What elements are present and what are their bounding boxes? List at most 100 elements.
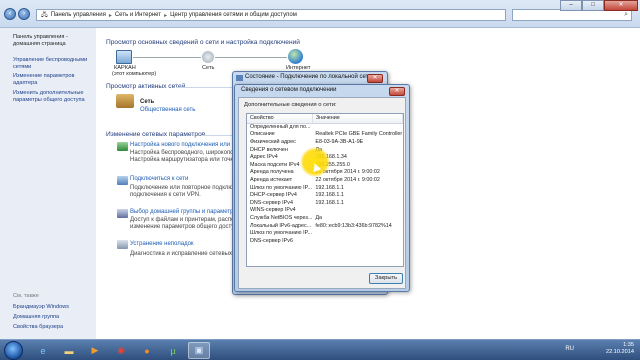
taskbar: e ▬ ▶ ◉ ● µ ▣ RU 1:35 22.10.2014 — [0, 339, 640, 360]
details-row-property: Описание — [250, 131, 275, 138]
see-also-heading: См. также — [13, 293, 39, 299]
map-link-line — [215, 57, 287, 58]
folder-icon[interactable]: ▬ — [58, 342, 80, 359]
nav-link-firewall[interactable]: Брандмауэр Windows — [13, 304, 93, 311]
details-row[interactable]: DNS-сервер IPv4 192.168.1.1 — [247, 199, 403, 207]
address-bar[interactable]: 🖧 Панель управления ▸ Сеть и Интернет ▸ … — [36, 9, 506, 21]
breadcrumb-item[interactable]: Панель управления — [51, 12, 106, 18]
nav-link-home-line2[interactable]: домашняя страница — [13, 41, 93, 48]
close-button[interactable]: ✕ — [604, 0, 638, 11]
details-row-property: DHCP-сервер IPv4 — [250, 192, 297, 199]
details-row-value — [312, 207, 402, 215]
nav-link-homegroup[interactable]: Домашняя группа — [13, 314, 93, 321]
details-dialog-close-icon[interactable]: ✕ — [389, 87, 405, 96]
details-row[interactable]: Шлюз по умолчанию IP... — [247, 229, 403, 237]
task-link-troubleshoot[interactable]: Устранение неполадок — [130, 241, 194, 247]
language-indicator[interactable]: RU — [565, 346, 574, 352]
details-dialog: Сведения о сетевом подключении ✕ Дополни… — [234, 84, 410, 292]
details-row-value: Realtek PCIe GBE Family Controller — [315, 131, 403, 138]
details-row[interactable]: Служба NetBIOS через... Да — [247, 214, 403, 222]
nav-link-sharing-line2[interactable]: параметры общего доступа — [13, 97, 93, 104]
task-desc: Диагностика и исправление сетевых пр — [130, 251, 241, 257]
homegroup-icon — [117, 209, 128, 218]
details-row-property: DNS-сервер IPv4 — [250, 199, 293, 206]
active-networks-heading: Просмотр активных сетей — [106, 83, 186, 90]
maximize-button[interactable]: □ — [582, 0, 604, 11]
details-row-property: WINS-сервер IPv4 — [250, 207, 296, 214]
system-clock[interactable]: 1:35 22.10.2014 — [606, 342, 634, 356]
details-row[interactable]: Описание Realtek PCIe GBE Family Controll… — [247, 131, 403, 139]
breadcrumb-item[interactable]: Сеть и Интернет — [115, 12, 161, 18]
bench-icon — [116, 94, 134, 108]
details-row-property: Шлюз по умолчанию IP... — [250, 184, 312, 191]
details-listview[interactable]: Свойство Значение Определенный для по...… — [246, 113, 404, 267]
details-row-value: fe80::ecb9:13b3:436b:9782%14 — [315, 222, 392, 229]
details-row-value: 192.168.1.1 — [315, 199, 344, 206]
change-settings-heading: Изменение сетевых параметров — [106, 131, 206, 138]
details-row-value — [312, 123, 402, 131]
details-row-value: E8-03-9A-3B-A1-9E — [315, 138, 364, 145]
nav-link-wireless-line2[interactable]: сетями — [13, 64, 93, 71]
task-link-homegroup[interactable]: Выбор домашней группы и параметр — [130, 209, 233, 215]
details-row[interactable]: Аренда истекает 22 октября 2014 г. 9:00:0… — [247, 176, 403, 184]
details-row[interactable]: DNS-сервер IPv6 — [247, 237, 403, 245]
window-controls: – □ ✕ — [560, 0, 638, 11]
column-header-property[interactable]: Свойство — [247, 114, 313, 124]
computer-subtitle: (этот компьютер) — [112, 71, 157, 77]
details-row-property: Служба NetBIOS через... — [250, 214, 313, 221]
chrome-icon[interactable]: ◉ — [110, 342, 132, 359]
network-center-icon[interactable]: ▣ — [188, 342, 210, 359]
firefox-icon[interactable]: ● — [136, 342, 158, 359]
details-row-property: Определенный для по... — [250, 124, 311, 131]
connect-network-icon — [117, 176, 128, 185]
media-player-icon[interactable]: ▶ — [84, 342, 106, 359]
details-row[interactable]: Физический адрес E8-03-9A-3B-A1-9E — [247, 138, 403, 146]
left-navigation: Панель управления - домашняя страница Уп… — [0, 28, 96, 339]
details-row-value: 192.168.1.1 — [315, 184, 344, 191]
clock-time: 1:35 — [623, 342, 634, 348]
forward-icon[interactable]: › — [18, 8, 30, 20]
nav-link-wireless[interactable]: Управление беспроводными — [13, 57, 93, 64]
column-header-value[interactable]: Значение — [312, 114, 403, 124]
task-desc: Подключение или повторное подключ — [130, 185, 236, 191]
nav-link-home[interactable]: Панель управления - — [13, 34, 93, 41]
task-desc: подключения к сети VPN. — [130, 192, 201, 198]
start-button[interactable] — [4, 341, 23, 360]
details-row[interactable]: Локальный IPv6-адрес... fe80::ecb9:13b3:4… — [247, 222, 403, 230]
breadcrumb-separator: ▸ — [108, 12, 112, 19]
troubleshoot-icon — [117, 240, 128, 249]
status-dialog-close-icon[interactable]: ✕ — [367, 74, 383, 83]
close-dialog-button[interactable]: Закрыть — [369, 273, 403, 284]
task-link-connect[interactable]: Подключиться к сети — [130, 176, 188, 182]
globe-icon — [288, 49, 303, 64]
nav-link-browser-props[interactable]: Свойства браузера — [13, 324, 93, 331]
ie-icon[interactable]: e — [32, 342, 54, 359]
computer-icon — [116, 50, 132, 64]
new-connection-icon — [117, 142, 128, 151]
status-dialog-title: Состояние - Подключение по локальной сет… — [245, 74, 372, 80]
details-row-value — [312, 237, 402, 245]
section-divider — [176, 87, 236, 88]
nav-link-adapter-line2[interactable]: адаптера — [13, 80, 93, 87]
details-row[interactable]: Шлюз по умолчанию IP... 192.168.1.1 — [247, 184, 403, 192]
clock-date: 22.10.2014 — [606, 349, 634, 355]
details-row[interactable]: Определенный для по... — [247, 123, 403, 131]
task-link-new-connection[interactable]: Настройка нового подключения или се — [130, 142, 238, 148]
breadcrumb-separator: ▸ — [164, 12, 168, 19]
task-desc: Настройка беспроводного, широкопол — [130, 150, 237, 156]
details-table: Свойство Значение Определенный для по...… — [247, 114, 403, 245]
details-row[interactable]: WINS-сервер IPv4 — [247, 207, 403, 215]
nav-link-adapter[interactable]: Изменение параметров — [13, 73, 93, 80]
nav-link-sharing[interactable]: Изменить дополнительные — [13, 90, 93, 97]
back-icon[interactable]: ‹ — [4, 8, 16, 20]
details-row-property: DNS-сервер IPv6 — [250, 237, 293, 244]
details-row-value — [312, 229, 402, 237]
minimize-button[interactable]: – — [560, 0, 582, 11]
explorer-toolbar: ‹ › 🖧 Панель управления ▸ Сеть и Интерне… — [0, 0, 640, 28]
breadcrumb-item[interactable]: Центр управления сетями и общим доступом — [170, 12, 297, 18]
utorrent-icon[interactable]: µ — [162, 342, 184, 359]
section-divider — [201, 135, 236, 136]
network-icon — [236, 75, 243, 81]
details-row[interactable]: DHCP-сервер IPv4 192.168.1.1 — [247, 191, 403, 199]
network-type-link[interactable]: Общественная сеть — [140, 107, 195, 113]
